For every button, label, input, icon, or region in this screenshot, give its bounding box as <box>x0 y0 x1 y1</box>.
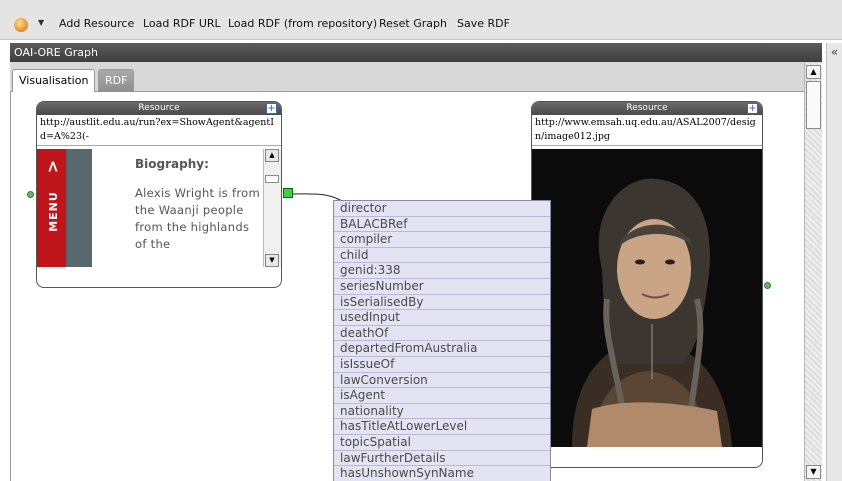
menu-item[interactable]: seriesNumber <box>334 279 550 295</box>
biography-content: Biography: Alexis Wright is from the Waa… <box>135 157 261 253</box>
relationship-menu: director BALACBRef compiler child genid:… <box>333 200 551 481</box>
resource-node-header[interactable]: Resource + <box>532 102 762 115</box>
decorative-strip <box>66 149 92 267</box>
menu-item[interactable]: departedFromAustralia <box>334 341 550 357</box>
menu-item[interactable]: compiler <box>334 232 550 248</box>
save-rdf-button[interactable]: Save RDF <box>457 17 510 30</box>
scroll-thumb[interactable] <box>265 175 279 183</box>
menu-bar[interactable]: > MENU <box>37 149 66 267</box>
scroll-thumb[interactable] <box>806 81 821 129</box>
menu-item[interactable]: hasUnshownSynName <box>334 466 550 481</box>
menu-item[interactable]: director <box>334 201 550 217</box>
scroll-up-arrow-icon[interactable]: ▲ <box>265 149 279 162</box>
scroll-down-arrow-icon[interactable]: ▼ <box>806 465 821 479</box>
biography-scrollbar[interactable]: ▲ ▼ <box>263 149 281 267</box>
menu-item[interactable]: isSerialisedBy <box>334 295 550 311</box>
portrait-image <box>532 149 762 447</box>
menu-item[interactable]: genid:338 <box>334 263 550 279</box>
menu-item[interactable]: deathOf <box>334 326 550 342</box>
app-logo-icon[interactable] <box>14 18 28 32</box>
menu-item[interactable]: nationality <box>334 404 550 420</box>
menu-label: MENU <box>46 191 60 232</box>
tab-rdf[interactable]: RDF <box>98 69 135 92</box>
menu-item[interactable]: lawFurtherDetails <box>334 451 550 467</box>
menu-item[interactable]: hasTitleAtLowerLevel <box>334 419 550 435</box>
biography-text: Alexis Wright is from the Waanji people … <box>135 186 261 251</box>
biography-frame: > MENU Biography: Alexis Wright is from … <box>37 149 281 267</box>
resource-node-header[interactable]: Resource + <box>37 102 281 115</box>
scroll-down-arrow-icon[interactable]: ▼ <box>265 254 279 267</box>
add-resource-button[interactable]: Add Resource <box>59 17 134 30</box>
biography-heading: Biography: <box>135 157 209 171</box>
tab-strip: Visualisation RDF <box>10 62 822 93</box>
connector-handle[interactable] <box>283 188 293 198</box>
load-rdf-repository-button[interactable]: Load RDF (from repository) <box>228 17 377 30</box>
collapse-panel-button[interactable]: « <box>826 43 842 481</box>
node-port-left[interactable] <box>27 191 34 198</box>
menu-item[interactable]: usedInput <box>334 310 550 326</box>
node-port-right[interactable] <box>764 282 771 289</box>
expand-plus-icon[interactable]: + <box>266 103 277 114</box>
resource-node-title: Resource <box>626 103 668 113</box>
tab-visualisation[interactable]: Visualisation <box>12 69 96 93</box>
reset-graph-button[interactable]: Reset Graph <box>379 17 447 30</box>
main-scrollbar[interactable]: ▲ ▼ <box>804 63 822 481</box>
menu-item[interactable]: topicSpatial <box>334 435 550 451</box>
resource-node-title: Resource <box>138 103 180 113</box>
scroll-up-arrow-icon[interactable]: ▲ <box>806 65 821 79</box>
chevron-icon: > <box>43 159 63 174</box>
menu-item[interactable]: BALACBRef <box>334 217 550 233</box>
load-rdf-url-button[interactable]: Load RDF URL <box>143 17 221 30</box>
menu-item[interactable]: child <box>334 248 550 264</box>
resource-url: http://www.emsah.uq.edu.au/ASAL2007/desi… <box>532 115 762 146</box>
main-toolbar: ▼ Add Resource Load RDF URL Load RDF (fr… <box>0 0 842 40</box>
resource-node-biography[interactable]: Resource + http://austlit.edu.au/run?ex=… <box>36 101 282 288</box>
panel-title: OAI-ORE Graph <box>10 43 822 62</box>
menu-item[interactable]: isAgent <box>334 388 550 404</box>
resource-url: http://austlit.edu.au/run?ex=ShowAgent&a… <box>37 115 281 146</box>
chevron-down-icon[interactable]: ▼ <box>38 18 44 27</box>
resource-node-image[interactable]: Resource + http://www.emsah.uq.edu.au/AS… <box>531 101 763 468</box>
menu-item[interactable]: isIssueOf <box>334 357 550 373</box>
expand-plus-icon[interactable]: + <box>747 103 758 114</box>
menu-item[interactable]: lawConversion <box>334 373 550 389</box>
